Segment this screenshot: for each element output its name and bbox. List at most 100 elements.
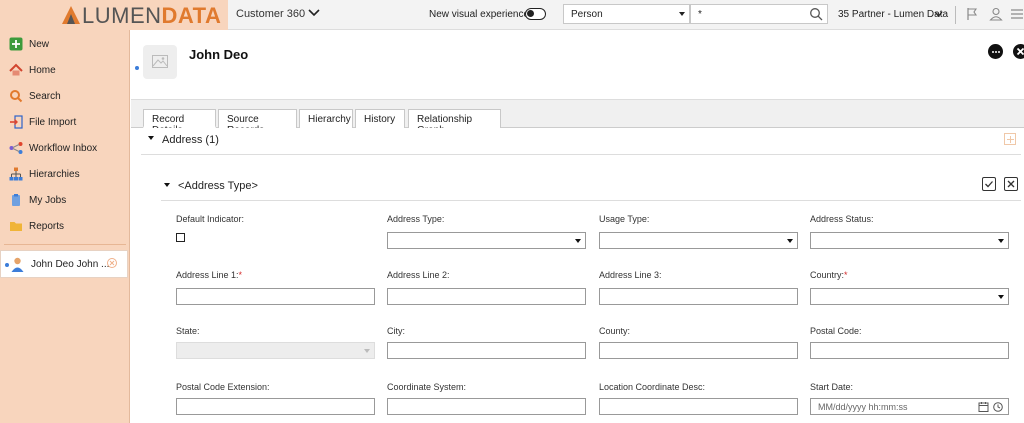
more-options-button[interactable] bbox=[988, 44, 1003, 59]
sidebar-item-file-import[interactable]: File Import bbox=[0, 110, 130, 134]
toggle-knob bbox=[527, 10, 534, 17]
default-indicator-label: Default Indicator: bbox=[176, 214, 245, 224]
sidebar-item-workflow-inbox[interactable]: Workflow Inbox bbox=[0, 136, 130, 160]
address-status-select[interactable] bbox=[810, 232, 1009, 249]
postal-code-input[interactable] bbox=[810, 342, 1009, 359]
calendar-clock-icons bbox=[978, 402, 1003, 412]
sidebar-item-my-jobs[interactable]: My Jobs bbox=[0, 188, 130, 212]
record-image[interactable] bbox=[143, 45, 177, 79]
flag-icon[interactable] bbox=[965, 7, 979, 21]
dot bbox=[997, 50, 1000, 53]
search-value: * bbox=[698, 9, 702, 20]
user-icon[interactable] bbox=[989, 7, 1003, 21]
chevron-down-icon[interactable] bbox=[308, 6, 320, 20]
start-date-label: Start Date: bbox=[810, 382, 854, 392]
folder-icon bbox=[10, 222, 22, 231]
address-line2-label: Address Line 2: bbox=[387, 270, 450, 280]
address-line1-label: Address Line 1:* bbox=[176, 270, 243, 280]
caret-down-icon[interactable] bbox=[148, 136, 154, 140]
cancel-row-button[interactable] bbox=[1004, 177, 1018, 191]
default-indicator-checkbox[interactable] bbox=[176, 233, 185, 242]
sidebar-item-label: File Import bbox=[29, 117, 77, 128]
search-icon[interactable] bbox=[809, 7, 823, 21]
hierarchy-icon bbox=[9, 167, 23, 181]
tab-source-records[interactable]: Source Records bbox=[218, 109, 297, 136]
country-label: Country:* bbox=[810, 270, 848, 280]
usage-type-select[interactable] bbox=[599, 232, 798, 249]
subsection-title[interactable]: <Address Type> bbox=[178, 180, 258, 192]
sidebar-item-home[interactable]: Home bbox=[0, 58, 130, 82]
section-title-address[interactable]: Address (1) bbox=[162, 134, 219, 146]
clock-icon bbox=[993, 402, 1003, 412]
location-coordinate-desc-input[interactable] bbox=[599, 398, 798, 415]
add-address-button[interactable] bbox=[1004, 133, 1016, 145]
postal-code-extension-label: Postal Code Extension: bbox=[176, 382, 270, 392]
home-icon bbox=[9, 63, 23, 76]
sidebar-item-label: Hierarchies bbox=[29, 169, 80, 180]
close-icon bbox=[1007, 180, 1015, 188]
sidebar-item-search[interactable]: Search bbox=[0, 84, 130, 108]
divider bbox=[141, 154, 1021, 155]
county-input[interactable] bbox=[599, 342, 798, 359]
unsaved-indicator bbox=[5, 263, 9, 267]
menu-icon[interactable] bbox=[1010, 7, 1024, 21]
caret-down-icon bbox=[679, 12, 685, 16]
sidebar-item-hierarchies[interactable]: Hierarchies bbox=[0, 162, 130, 186]
start-date-input[interactable]: MM/dd/yyyy hh:mm:ss bbox=[810, 398, 1009, 415]
caret-down-icon bbox=[575, 239, 581, 243]
person-icon bbox=[11, 257, 24, 272]
recent-record-tab[interactable]: John Deo John ... bbox=[0, 250, 128, 278]
new-visual-label: New visual experience bbox=[429, 9, 530, 20]
address-line1-input[interactable] bbox=[176, 288, 375, 305]
workflow-icon bbox=[9, 142, 23, 154]
new-visual-toggle[interactable] bbox=[525, 8, 546, 20]
close-icon bbox=[1016, 47, 1024, 56]
city-label: City: bbox=[387, 326, 405, 336]
caret-down-icon bbox=[998, 239, 1004, 243]
usage-type-label: Usage Type: bbox=[599, 214, 650, 224]
dot bbox=[994, 50, 997, 53]
address-type-select[interactable] bbox=[387, 232, 586, 249]
image-placeholder-icon bbox=[152, 55, 168, 68]
close-icon[interactable] bbox=[107, 258, 117, 268]
logo-mark-icon bbox=[62, 6, 80, 24]
coordinate-system-input[interactable] bbox=[387, 398, 586, 415]
sidebar-item-label: New bbox=[29, 39, 50, 50]
caret-down-icon bbox=[998, 295, 1004, 299]
county-label: County: bbox=[599, 326, 631, 336]
org-selector[interactable]: 35 Partner - Lumen Data bbox=[838, 9, 948, 20]
search-icon bbox=[10, 90, 23, 103]
search-input[interactable]: * bbox=[690, 4, 828, 24]
address-line2-input[interactable] bbox=[387, 288, 586, 305]
app-title[interactable]: Customer 360 bbox=[236, 8, 305, 20]
sidebar-item-new[interactable]: New bbox=[0, 32, 130, 56]
file-import-icon bbox=[10, 115, 23, 129]
divider bbox=[161, 200, 1021, 201]
brand-logo: LUMENDATA bbox=[82, 3, 222, 28]
caret-down-icon[interactable] bbox=[164, 183, 170, 187]
tab-record-details[interactable]: Record Details bbox=[143, 109, 216, 136]
calendar-icon bbox=[978, 402, 989, 412]
state-select bbox=[176, 342, 375, 359]
postal-code-extension-input[interactable] bbox=[176, 398, 375, 415]
address-type-label: Address Type: bbox=[387, 214, 445, 224]
sidebar-item-label: My Jobs bbox=[29, 195, 67, 206]
check-icon bbox=[985, 181, 993, 188]
city-input[interactable] bbox=[387, 342, 586, 359]
close-record-button[interactable] bbox=[1013, 44, 1024, 59]
tab-relationship-graph[interactable]: Relationship Graph bbox=[408, 109, 501, 136]
country-select[interactable] bbox=[810, 288, 1009, 305]
postal-code-label: Postal Code: bbox=[810, 326, 862, 336]
save-row-button[interactable] bbox=[982, 177, 996, 191]
jobs-icon bbox=[12, 194, 20, 206]
tab-history[interactable]: History bbox=[355, 109, 405, 128]
address-line3-label: Address Line 3: bbox=[599, 270, 662, 280]
sidebar-item-reports[interactable]: Reports bbox=[0, 214, 130, 238]
entity-type-select[interactable]: Person bbox=[563, 4, 690, 24]
tab-hierarchy[interactable]: Hierarchy bbox=[299, 109, 353, 128]
dot bbox=[991, 50, 994, 53]
address-line3-input[interactable] bbox=[599, 288, 798, 305]
chevron-down-icon[interactable] bbox=[934, 10, 943, 18]
sidebar: New Home Search File Import Workflow Inb… bbox=[0, 30, 130, 423]
location-coordinate-desc-label: Location Coordinate Desc: bbox=[599, 382, 706, 392]
